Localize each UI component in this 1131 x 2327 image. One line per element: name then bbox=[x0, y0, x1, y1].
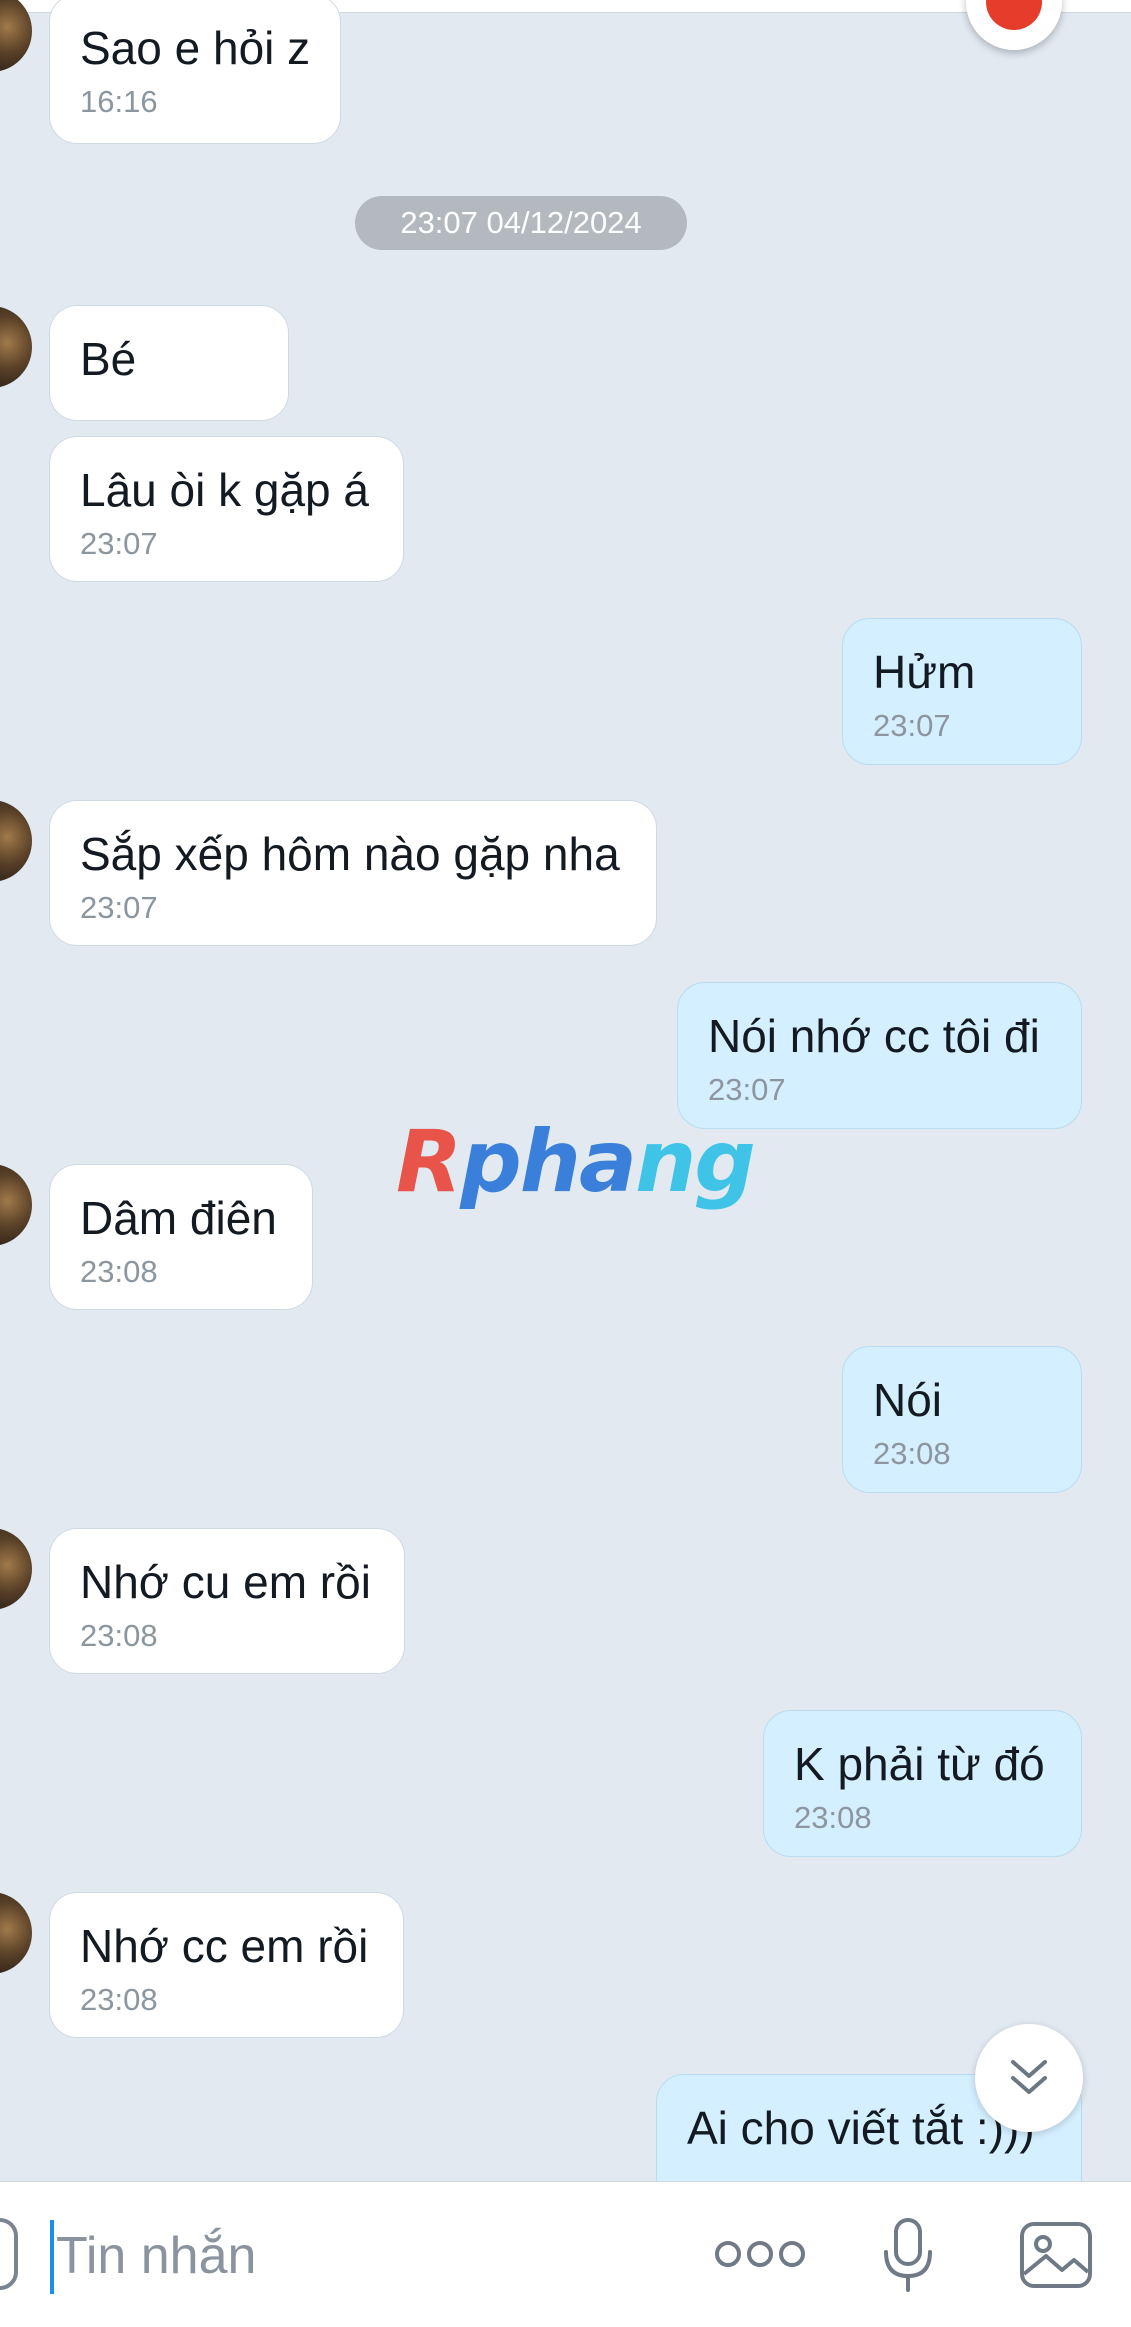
message-input[interactable] bbox=[56, 2218, 656, 2294]
message-text: Nói nhớ cc tôi đi bbox=[708, 1010, 1040, 1062]
avatar[interactable] bbox=[0, 0, 32, 72]
message-time: 23:08 bbox=[80, 1254, 158, 1289]
avatar[interactable] bbox=[0, 1528, 32, 1610]
scroll-to-bottom-button[interactable] bbox=[975, 2024, 1083, 2132]
message-bubble-outgoing[interactable]: K phải từ đó 23:08 bbox=[763, 1710, 1082, 1857]
message-bubble-incoming[interactable]: Dâm điên 23:08 bbox=[49, 1164, 313, 1310]
microphone-icon[interactable] bbox=[878, 2216, 938, 2296]
message-text: Nhớ cc em rồi bbox=[80, 1920, 369, 1972]
message-bubble-incoming[interactable]: Lâu òi k gặp á 23:07 bbox=[49, 436, 404, 582]
message-time: 23:07 bbox=[708, 1072, 786, 1107]
message-time: 23:07 bbox=[80, 526, 158, 561]
message-time: 16:16 bbox=[80, 84, 158, 119]
message-bubble-outgoing[interactable]: Nói 23:08 bbox=[842, 1346, 1082, 1493]
sticker-icon[interactable] bbox=[0, 2218, 18, 2290]
message-composer bbox=[0, 2181, 1131, 2327]
message-bubble-incoming[interactable]: Bé bbox=[49, 305, 289, 421]
message-time: 23:08 bbox=[80, 1982, 158, 2017]
message-time: 23:08 bbox=[794, 1800, 872, 1835]
message-time: 23:07 bbox=[80, 890, 158, 925]
message-bubble-incoming[interactable]: Nhớ cc em rồi 23:08 bbox=[49, 1892, 404, 2038]
watermark-logo: Rphang bbox=[396, 1112, 756, 1212]
message-text: Hửm bbox=[873, 646, 976, 698]
message-time: 23:08 bbox=[873, 1436, 951, 1471]
chevron-double-down-icon bbox=[1011, 2060, 1047, 2094]
message-bubble-outgoing[interactable]: Nói nhớ cc tôi đi 23:07 bbox=[677, 982, 1082, 1129]
message-text: Sao e hỏi z bbox=[80, 22, 311, 74]
more-options-icon[interactable] bbox=[712, 2234, 808, 2274]
message-time: 23:08 bbox=[80, 1618, 158, 1653]
message-text: K phải từ đó bbox=[794, 1738, 1045, 1790]
avatar[interactable] bbox=[0, 306, 32, 388]
reaction-badge[interactable] bbox=[966, 0, 1062, 50]
message-bubble-incoming[interactable]: Nhớ cu em rồi 23:08 bbox=[49, 1528, 405, 1674]
message-bubble-incoming[interactable]: Sắp xếp hôm nào gặp nha 23:07 bbox=[49, 800, 657, 946]
message-bubble-incoming[interactable]: Sao e hỏi z 16:16 bbox=[49, 0, 341, 144]
message-bubble-outgoing[interactable]: Hửm 23:07 bbox=[842, 618, 1082, 765]
message-text: Sắp xếp hôm nào gặp nha bbox=[80, 828, 620, 880]
message-time: 23:07 bbox=[873, 708, 951, 743]
text-caret bbox=[50, 2220, 54, 2294]
image-icon[interactable] bbox=[1018, 2220, 1094, 2290]
angry-emoji-icon bbox=[986, 0, 1042, 30]
message-text: Dâm điên bbox=[80, 1192, 277, 1244]
message-text: Lâu òi k gặp á bbox=[80, 464, 370, 516]
message-text: Nhớ cu em rồi bbox=[80, 1556, 371, 1608]
message-text: Nói bbox=[873, 1374, 943, 1426]
avatar[interactable] bbox=[0, 800, 32, 882]
avatar[interactable] bbox=[0, 1164, 32, 1246]
avatar[interactable] bbox=[0, 1892, 32, 1974]
message-text: Bé bbox=[80, 333, 137, 385]
date-separator: 23:07 04/12/2024 bbox=[355, 196, 687, 250]
